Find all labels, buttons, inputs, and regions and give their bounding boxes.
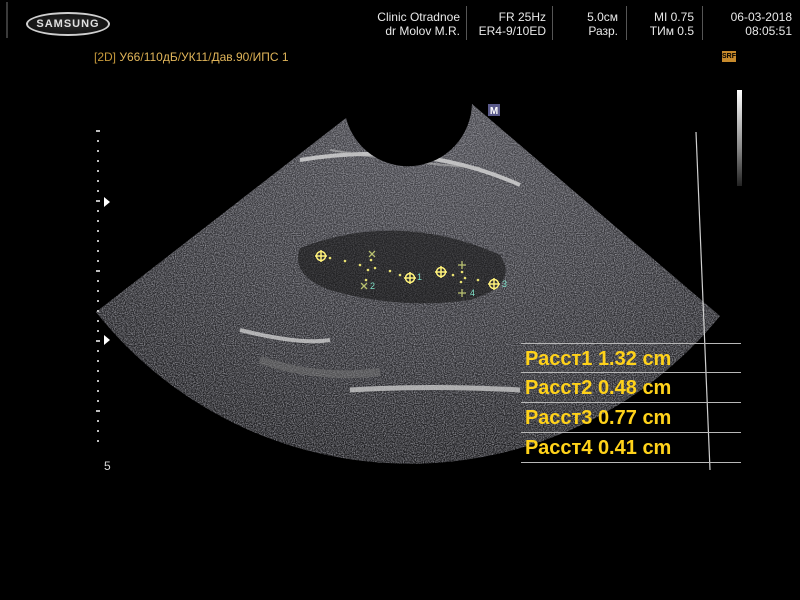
caliper-label: 4	[470, 288, 476, 298]
scale-tick	[97, 420, 99, 422]
scale-tick	[97, 260, 99, 262]
depth-scale-label: 5	[104, 459, 111, 473]
scale-tick	[96, 200, 100, 202]
scale-tick	[97, 160, 99, 162]
scale-tick	[97, 400, 99, 402]
scale-tick	[97, 320, 99, 322]
ultrasound-image: M	[96, 104, 720, 471]
scale-tick	[97, 220, 99, 222]
grayscale-bar	[737, 90, 742, 186]
measurement-unit: cm	[642, 437, 672, 459]
scale-tick	[97, 350, 99, 352]
scale-tick	[97, 390, 99, 392]
scale-tick	[96, 130, 100, 132]
scale-tick	[97, 430, 99, 432]
measurement-value: 1.32	[597, 348, 637, 370]
measurement-row: Расст3 0.77 cm	[521, 403, 741, 433]
measurement-unit: cm	[642, 377, 672, 399]
scale-tick	[97, 380, 99, 382]
scale-tick	[97, 370, 99, 372]
measurement-label: Расст3	[525, 407, 593, 429]
caliper-label: 3	[502, 279, 508, 289]
scale-tick	[97, 170, 99, 172]
scale-tick	[96, 410, 100, 412]
measurement-label: Расст1	[525, 348, 593, 370]
measurement-results: Расст1 1.32 cm Расст2 0.48 cm Расст3 0.77 …	[521, 343, 741, 463]
scale-tick	[97, 250, 99, 252]
caliper-label: 1	[417, 272, 423, 282]
measurement-value: 0.41	[597, 437, 637, 459]
scale-tick	[97, 440, 99, 442]
scale-tick	[97, 240, 99, 242]
measurement-unit: cm	[642, 407, 672, 429]
scale-tick	[97, 280, 99, 282]
scale-tick	[97, 180, 99, 182]
measurement-unit: cm	[642, 348, 672, 370]
scale-tick	[97, 290, 99, 292]
scale-tick	[97, 210, 99, 212]
measurement-row: Расст2 0.48 cm	[521, 373, 741, 403]
scale-tick	[97, 150, 99, 152]
scale-tick	[97, 330, 99, 332]
measurement-label: Расст4	[525, 437, 593, 459]
scale-tick	[96, 340, 100, 342]
scale-tick	[97, 360, 99, 362]
focus-marker-icon	[104, 197, 110, 207]
measurement-label: Расст2	[525, 377, 593, 399]
measurement-value: 0.48	[597, 377, 637, 399]
caliper-label: 2	[370, 281, 376, 291]
scale-tick	[97, 190, 99, 192]
scale-tick	[97, 310, 99, 312]
orientation-marker: M	[490, 106, 498, 117]
scale-tick	[97, 230, 99, 232]
scale-tick	[97, 300, 99, 302]
measurement-row: Расст4 0.41 cm	[521, 433, 741, 463]
scale-tick	[97, 140, 99, 142]
scale-tick	[96, 270, 100, 272]
measurement-row: Расст1 1.32 cm	[521, 343, 741, 373]
measurement-value: 0.77	[597, 407, 637, 429]
focus-marker-icon	[104, 335, 110, 345]
